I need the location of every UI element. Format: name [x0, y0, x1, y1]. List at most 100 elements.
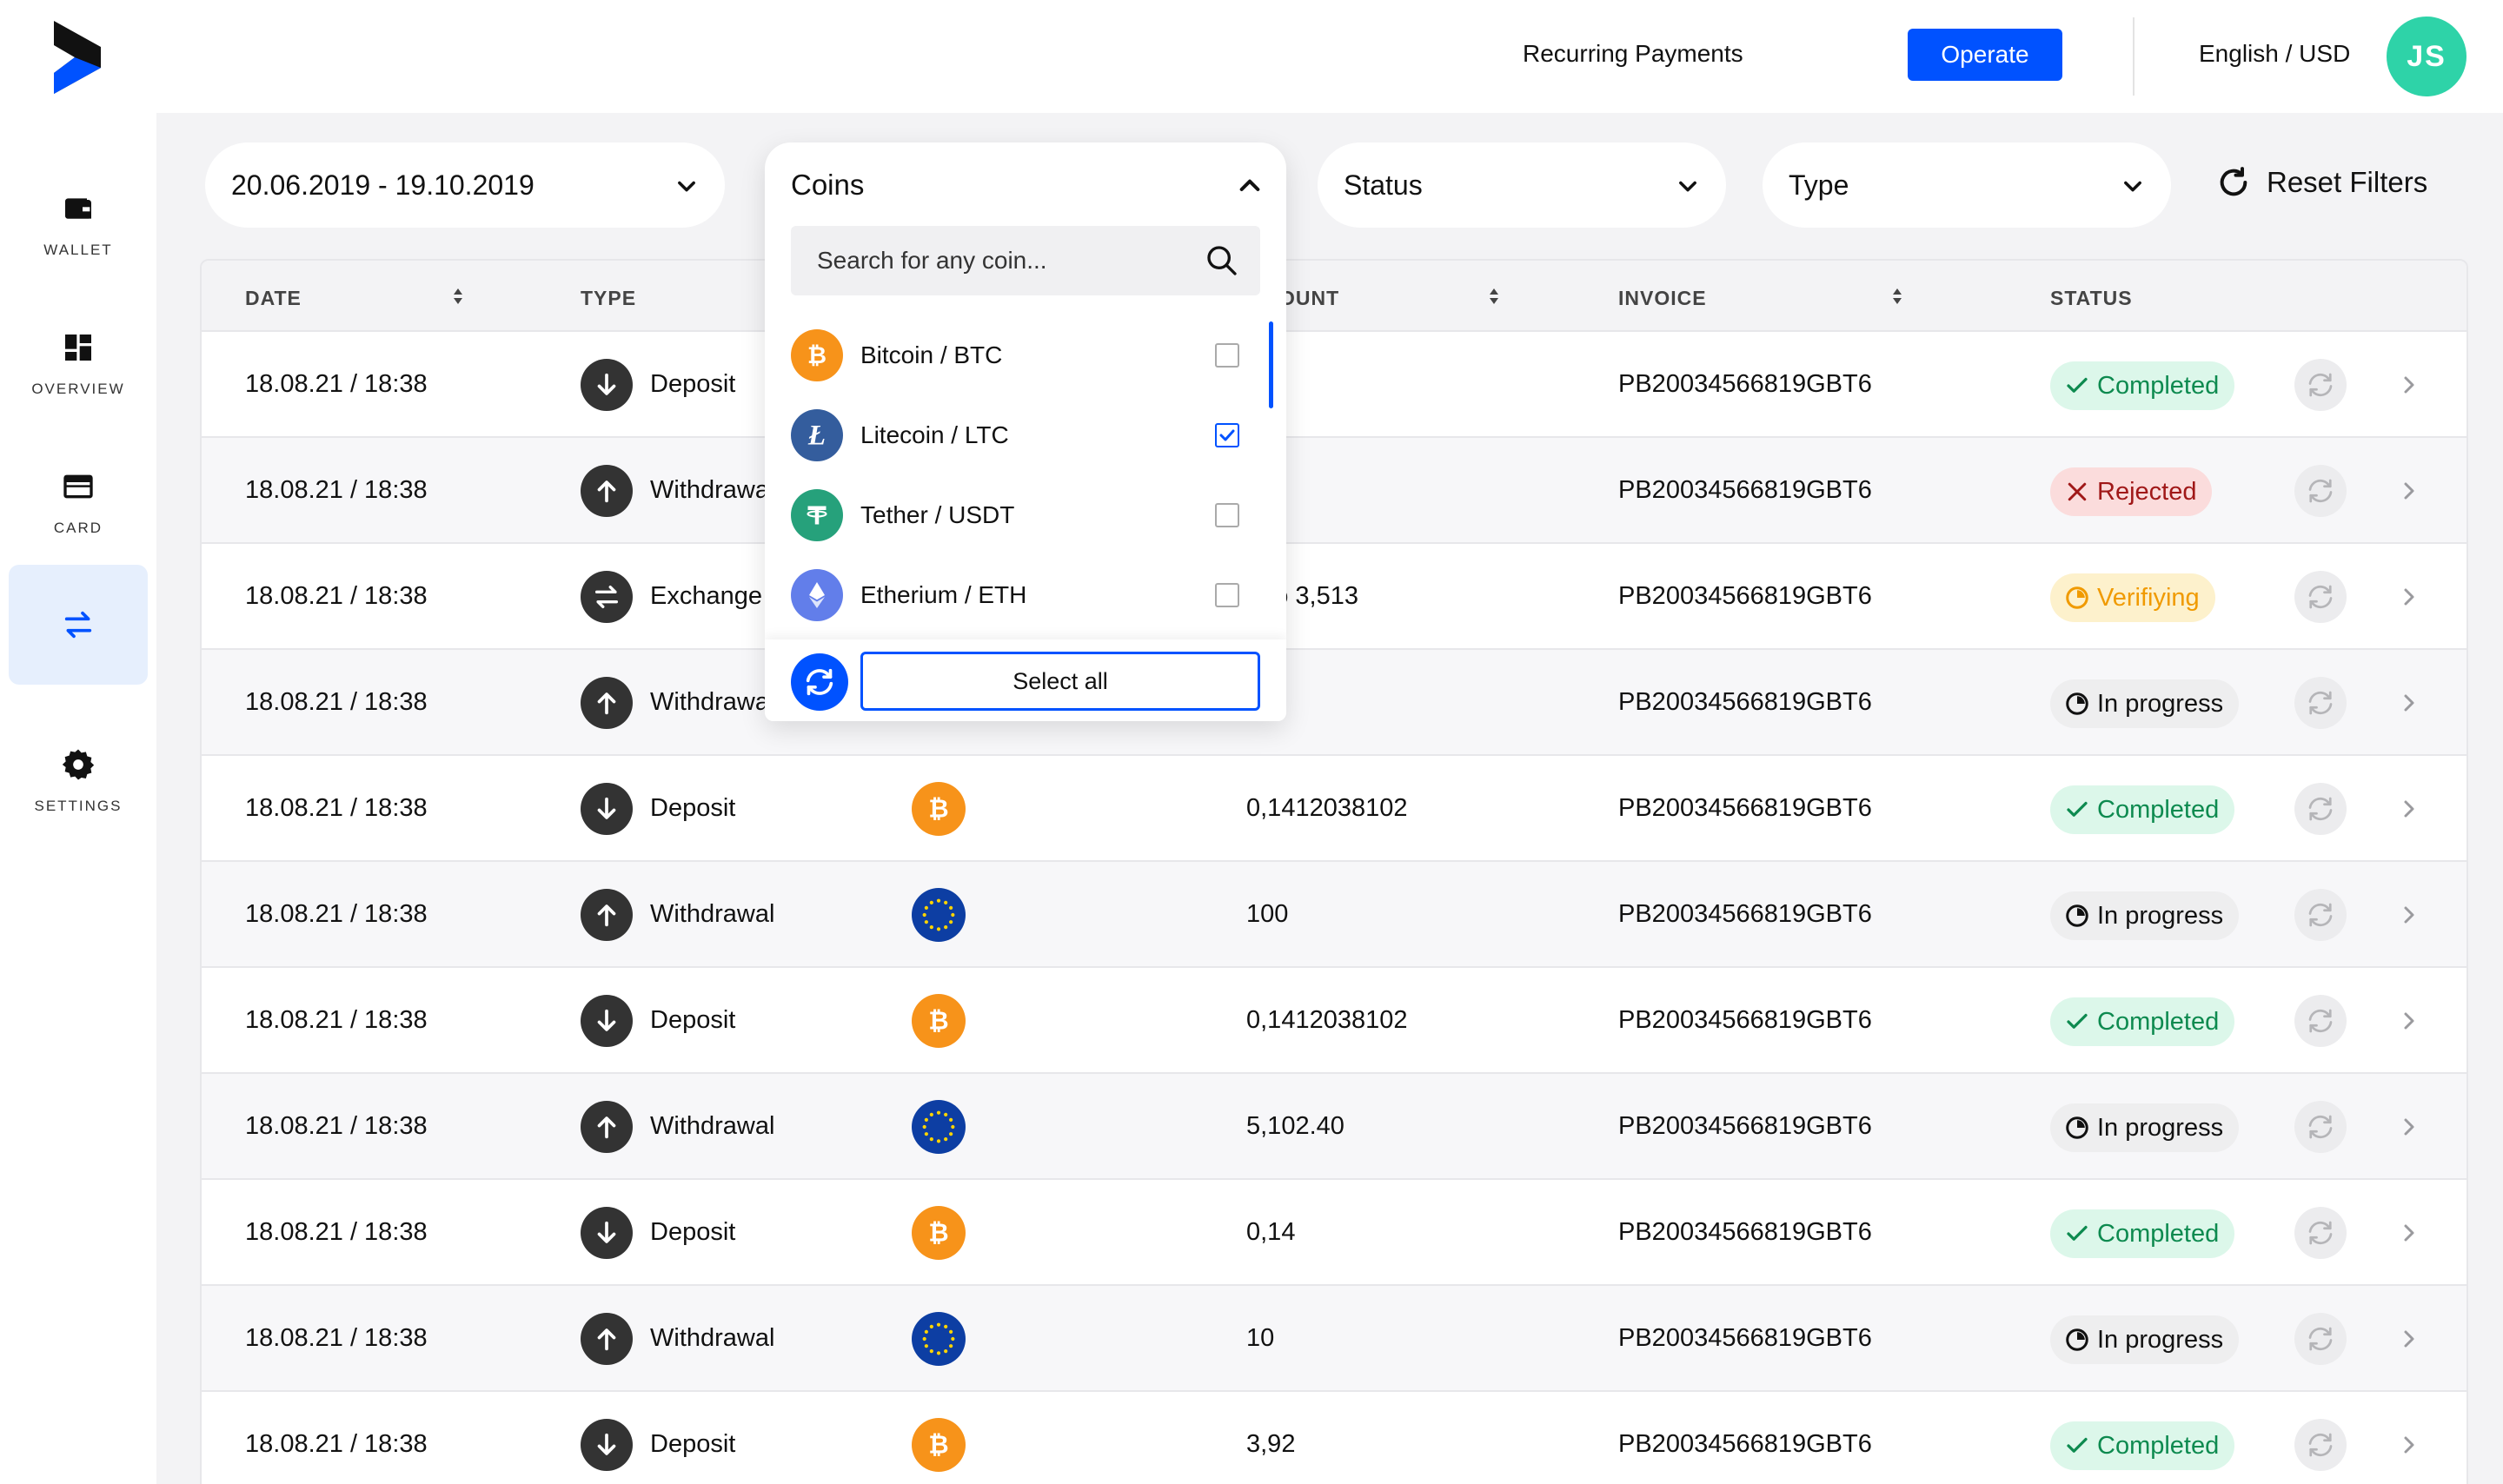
repeat-transaction-button[interactable]: [2294, 571, 2347, 623]
table-row[interactable]: 18.08.21 / 18:38 Deposit ₿ 0,14 PB2003456681…: [202, 1180, 2466, 1286]
logo-icon: [54, 21, 101, 94]
chevron-right-icon[interactable]: [2399, 370, 2420, 400]
status-label: Completed: [2097, 1219, 2220, 1248]
coins-dropdown-title[interactable]: Coins: [791, 169, 864, 202]
repeat-transaction-button[interactable]: [2294, 359, 2347, 411]
sidebar-item-overview[interactable]: OVERVIEW: [9, 304, 148, 424]
column-header-date[interactable]: DATE: [245, 287, 302, 310]
coin-option-btc[interactable]: ₿ Bitcoin / BTC: [791, 327, 1243, 384]
svg-text:Ł: Ł: [807, 421, 826, 452]
sort-icon[interactable]: [1891, 287, 1903, 306]
chevron-right-icon[interactable]: [2399, 1006, 2420, 1036]
row-date: 18.08.21 / 18:38: [245, 900, 428, 928]
operate-button[interactable]: Operate: [1908, 29, 2062, 81]
repeat-transaction-button[interactable]: [2294, 1207, 2347, 1259]
chevron-right-icon[interactable]: [2399, 582, 2420, 612]
ethereum-icon: [791, 569, 843, 621]
chevron-right-icon[interactable]: [2399, 476, 2420, 506]
reset-filters-button[interactable]: Reset Filters: [2216, 165, 2427, 200]
column-header-status[interactable]: STATUS: [2050, 287, 2133, 310]
refresh-icon: [2308, 1327, 2333, 1351]
chevron-right-icon[interactable]: [2399, 1324, 2420, 1354]
row-type: Deposit: [650, 794, 736, 822]
coin-option-ltc[interactable]: Ł Litecoin / LTC: [791, 407, 1243, 464]
avatar[interactable]: JS: [2387, 17, 2466, 96]
euro-flag-icon: [912, 1100, 966, 1154]
chevron-right-icon[interactable]: [2399, 688, 2420, 718]
coins-dropdown: Coins Search for any coin... ₿ Bitcoin /…: [765, 142, 1286, 721]
coin-option-label: Litecoin / LTC: [860, 421, 1009, 448]
date-range-filter[interactable]: 20.06.2019 - 19.10.2019: [205, 142, 725, 228]
chevron-right-icon[interactable]: [2399, 1218, 2420, 1248]
repeat-transaction-button[interactable]: [2294, 889, 2347, 941]
row-amount: 100: [1246, 900, 1289, 928]
language-currency-selector[interactable]: English / USD: [2199, 40, 2350, 68]
table-row[interactable]: 18.08.21 / 18:38 Deposit ₿ 3,92 PB2003456681…: [202, 1392, 2466, 1484]
euro-flag-icon: [912, 888, 966, 942]
litecoin-icon: Ł: [791, 409, 843, 461]
repeat-transaction-button[interactable]: [2294, 1313, 2347, 1365]
table-row[interactable]: 18.08.21 / 18:38 Withdrawal 100 PB200345668…: [202, 862, 2466, 968]
sidebar-item-transactions[interactable]: [9, 565, 148, 685]
chevron-right-icon[interactable]: [2399, 794, 2420, 824]
coin-option-usdt[interactable]: Tether / USDT: [791, 487, 1243, 544]
sidebar-item-label: WALLET: [43, 242, 113, 258]
recurring-payments-link[interactable]: Recurring Payments: [1523, 40, 1743, 68]
type-filter[interactable]: Type: [1763, 142, 2171, 228]
chevron-down-icon: [1679, 181, 1696, 192]
row-amount: 10: [1246, 1324, 1275, 1352]
sort-icon[interactable]: [452, 287, 464, 306]
row-invoice: PB20034566819GBT6: [1618, 794, 1872, 822]
status-filter[interactable]: Status: [1318, 142, 1726, 228]
sidebar-item-wallet[interactable]: WALLET: [9, 165, 148, 285]
svg-text:₿: ₿: [928, 1220, 948, 1248]
coin-option-eth[interactable]: Etherium / ETH: [791, 566, 1243, 624]
table-row[interactable]: 18.08.21 / 18:38 Withdrawal PB20034566819G…: [202, 650, 2466, 756]
coin-checkbox[interactable]: [1215, 343, 1239, 368]
table-row[interactable]: 18.08.21 / 18:38 Withdrawal 10 PB2003456681…: [202, 1286, 2466, 1392]
row-invoice: PB20034566819GBT6: [1618, 1006, 1872, 1034]
row-date: 18.08.21 / 18:38: [245, 1430, 428, 1458]
sort-icon[interactable]: [1488, 287, 1500, 306]
column-header-amount[interactable]: OUNT: [1279, 287, 1339, 310]
repeat-transaction-button[interactable]: [2294, 1101, 2347, 1153]
table-row[interactable]: 18.08.21 / 18:38Deposit4PB20034566819GBT…: [202, 332, 2466, 438]
select-all-button[interactable]: Select all: [860, 652, 1260, 711]
coin-search-input[interactable]: Search for any coin...: [791, 226, 1260, 295]
dropdown-scrollbar[interactable]: [1269, 321, 1273, 408]
repeat-transaction-button[interactable]: [2294, 465, 2347, 517]
table-row[interactable]: 18.08.21 / 18:38 Deposit ₿ 0,1412038102 PB20…: [202, 756, 2466, 862]
close-icon: [2068, 482, 2087, 501]
sidebar-item-card[interactable]: CARD: [9, 443, 148, 563]
repeat-transaction-button[interactable]: [2294, 677, 2347, 729]
coin-search-placeholder: Search for any coin...: [817, 247, 1047, 274]
repeat-transaction-button[interactable]: [2294, 1419, 2347, 1471]
chevron-right-icon[interactable]: [2399, 1430, 2420, 1460]
table-row[interactable]: 18.08.21 / 18:38 Withdrawal PB20034566819G…: [202, 438, 2466, 544]
row-date: 18.08.21 / 18:38: [245, 370, 428, 398]
row-type: Exchange: [650, 582, 762, 610]
refresh-icon[interactable]: [791, 653, 848, 711]
header-divider: [2133, 17, 2135, 96]
bitcoin-icon: ₿: [791, 329, 843, 381]
coin-checkbox[interactable]: [1215, 503, 1239, 527]
repeat-transaction-button[interactable]: [2294, 995, 2347, 1047]
column-header-type[interactable]: TYPE: [581, 287, 636, 310]
coin-checkbox[interactable]: [1215, 583, 1239, 607]
table-row[interactable]: 18.08.21 / 18:38 Withdrawal 5,102.40 PB2003…: [202, 1074, 2466, 1180]
status-filter-label: Status: [1344, 169, 1423, 201]
table-row[interactable]: 18.08.21 / 18:38 Exchange 4 to 3,513 PB2003…: [202, 544, 2466, 650]
table-row[interactable]: 18.08.21 / 18:38 Deposit ₿ 0,1412038102 PB20…: [202, 968, 2466, 1074]
progress-icon: [2066, 692, 2088, 715]
chevron-right-icon[interactable]: [2399, 900, 2420, 930]
chevron-up-icon[interactable]: [1236, 172, 1264, 200]
coin-checkbox-checked[interactable]: [1215, 423, 1239, 447]
status-label: In progress: [2097, 1325, 2224, 1354]
column-header-invoice[interactable]: INVOICE: [1618, 287, 1707, 310]
check-icon: [2067, 377, 2088, 393]
sidebar-item-settings[interactable]: SETTINGS: [9, 721, 148, 841]
repeat-transaction-button[interactable]: [2294, 783, 2347, 835]
dashboard-icon: [65, 335, 91, 361]
check-icon: [1219, 429, 1235, 441]
chevron-right-icon[interactable]: [2399, 1112, 2420, 1142]
